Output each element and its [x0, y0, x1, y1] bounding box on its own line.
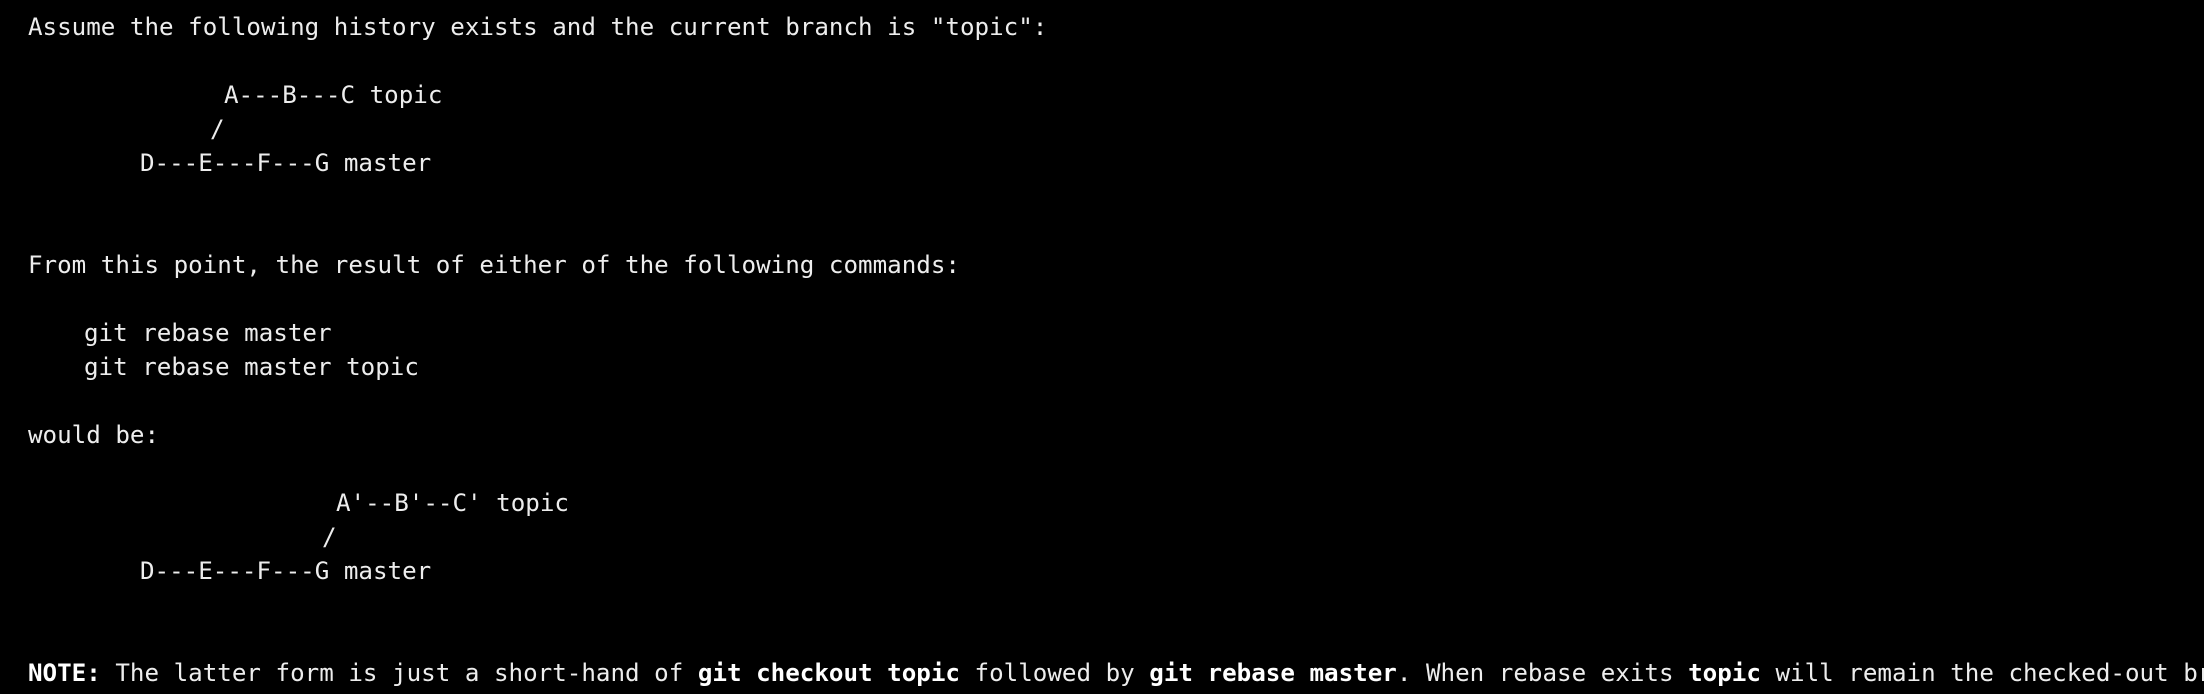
- note-label: NOTE:: [28, 659, 101, 687]
- paragraph-commands-intro: From this point, the result of either of…: [28, 251, 960, 279]
- note-text-4: will remain the checked-out branch.: [1775, 659, 2204, 687]
- would-be-text: would be:: [28, 421, 160, 449]
- command-line-2: git rebase master topic: [84, 353, 419, 381]
- note-paragraph: NOTE: The latter form is just a short-ha…: [28, 656, 2204, 690]
- note-branch-topic: topic: [1688, 659, 1761, 687]
- note-text-2: followed by: [959, 659, 1150, 687]
- terminal-window: Assume the following history exists and …: [0, 0, 2204, 694]
- intro-text: Assume the following history exists and …: [28, 13, 1048, 41]
- command-line-1: git rebase master: [84, 319, 332, 347]
- note-text-1: The latter form is just a short-hand of: [100, 659, 698, 687]
- note-command-checkout: git checkout topic: [697, 659, 960, 687]
- diagram1-branch-slash: /: [210, 115, 225, 143]
- diagram1-topic-line: A---B---C topic: [224, 81, 443, 109]
- diagram2-topic-line: A'--B'--C' topic: [336, 489, 569, 517]
- diagram1-master-line: D---E---F---G master: [140, 149, 432, 177]
- diagram2-branch-slash: /: [322, 523, 337, 551]
- note-command-rebase: git rebase master: [1149, 659, 1397, 687]
- note-text-3: . When rebase exits: [1396, 659, 1689, 687]
- diagram2-master-line: D---E---F---G master: [140, 557, 432, 585]
